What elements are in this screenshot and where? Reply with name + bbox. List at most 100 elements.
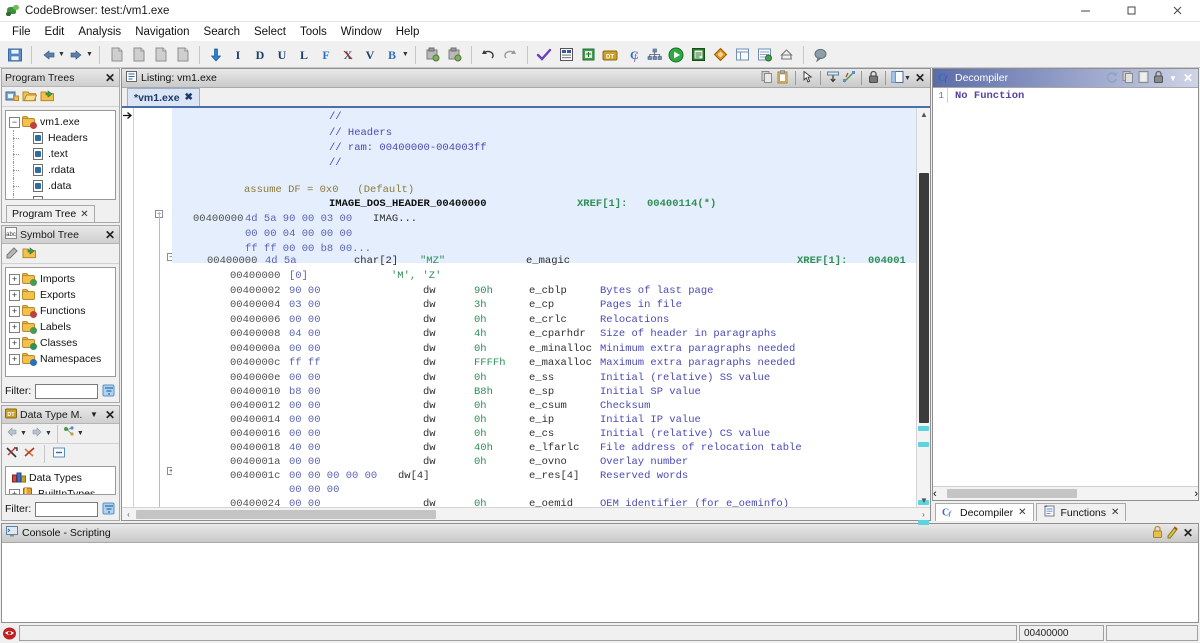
paste-symbol-icon[interactable] [22, 246, 37, 262]
tab-decompiler[interactable]: Cf Decompiler ✕ [935, 503, 1034, 521]
listing-field[interactable]: Pages in file [600, 298, 682, 313]
edit-script-icon[interactable] [1166, 525, 1179, 542]
listing-row[interactable]: // Headers [172, 126, 916, 141]
xref-marker-icon[interactable]: X [338, 44, 359, 65]
tab-close-icon[interactable]: ✖ [185, 92, 193, 103]
symbol-node-exports[interactable]: +Exports [6, 287, 115, 303]
navigate-scatter-icon[interactable] [842, 70, 856, 87]
listing-field[interactable]: XREF[1]: [797, 254, 847, 269]
listing-field[interactable]: assume DF = 0x0 (Default) [244, 183, 414, 198]
listing-field[interactable]: e_ip [529, 413, 554, 428]
listing-field[interactable]: Relocations [600, 313, 669, 328]
lock-decompiler-icon[interactable] [1152, 70, 1165, 87]
refresh-decompiler-icon[interactable] [1105, 70, 1119, 87]
decompiler-horizontal-scrollbar[interactable]: ‹ › [933, 486, 1198, 500]
listing-scroll-marker[interactable] [918, 520, 929, 525]
listing-row[interactable]: 0040000403 00dw3he_cpPages in file [172, 298, 916, 313]
bytes-marker-icon[interactable]: B [382, 44, 403, 65]
listing-field[interactable]: 0h [474, 313, 487, 328]
lock-listing-icon[interactable] [867, 70, 880, 87]
symbol-tree-close-button[interactable]: ✕ [103, 229, 117, 241]
listing-field[interactable]: dw [423, 497, 436, 507]
listing-field[interactable]: char[2] [354, 254, 398, 269]
listing-field[interactable]: 00 00 [289, 313, 321, 328]
listing-field[interactable]: // [329, 110, 342, 125]
decompiler-scroll-right-icon[interactable]: › [1194, 488, 1198, 500]
listing-field[interactable]: dw [423, 284, 436, 299]
listing-field[interactable]: e_csum [529, 399, 567, 414]
listing-field[interactable]: 00400008 [230, 327, 280, 342]
console-output[interactable] [2, 543, 1198, 622]
listing-field[interactable]: // Headers [329, 126, 392, 141]
symbol-expander[interactable]: + [9, 322, 20, 333]
archive-icon[interactable] [776, 44, 797, 65]
listing-field[interactable]: 004001 [868, 254, 906, 269]
listing-field[interactable]: e_cblp [529, 284, 567, 299]
next-function-icon[interactable] [128, 44, 149, 65]
listing-dropdown-icon[interactable]: ▼ [904, 75, 911, 82]
menu-window[interactable]: Window [334, 24, 389, 40]
tab-close-icon[interactable]: ✕ [1111, 507, 1119, 518]
diff-view-icon[interactable] [754, 44, 775, 65]
listing-field[interactable]: 90h [474, 284, 493, 299]
listing-field[interactable]: e_cparhdr [529, 327, 586, 342]
listing-field[interactable]: 4h [474, 327, 487, 342]
symbol-tree[interactable]: +Imports +Exports +Functions +Labels +Cl… [5, 267, 116, 377]
listing-field[interactable]: dw [423, 413, 436, 428]
listing-row[interactable]: 0040001400 00dw0he_ipInitial IP value [172, 413, 916, 428]
listing-field[interactable]: FFFFh [474, 356, 506, 371]
snapshot-alt-icon[interactable] [444, 44, 465, 65]
listing-field[interactable]: dw [423, 455, 436, 470]
tree-node-rsrc[interactable]: .rsrc [6, 194, 115, 200]
listing-field[interactable]: e_lfarlc [529, 441, 579, 456]
data-marker-icon[interactable]: D [250, 44, 271, 65]
listing-field[interactable]: 3h [474, 298, 487, 313]
listing-field[interactable]: 00400024 [230, 497, 280, 507]
listing-field[interactable]: dw[4] [398, 469, 430, 484]
listing-field[interactable]: 0h [474, 413, 487, 428]
data-type-node-builtintypes[interactable]: + BuiltInTypes [6, 486, 115, 495]
listing-field[interactable]: 00400014 [230, 413, 280, 428]
scroll-down-arrow-icon[interactable]: ▼ [917, 494, 931, 507]
decompiler-menu-caret-icon[interactable]: ▼ [1167, 74, 1179, 83]
listing-row[interactable]: 0040001600 00dw0he_csInitial (relative) … [172, 427, 916, 442]
tree-node-vm1exe[interactable]: − vm1.exe [6, 114, 115, 130]
scroll-left-arrow-icon[interactable]: ‹ [122, 508, 135, 521]
minimize-button[interactable] [1062, 0, 1108, 22]
listing-row[interactable]: 0040002400 00dw0he_oemidOEM identifier (… [172, 497, 916, 507]
listing-field[interactable]: 00400006 [230, 313, 280, 328]
listing-field[interactable]: e_minalloc [529, 342, 592, 357]
forward-arrow-icon[interactable] [66, 44, 87, 65]
export-decompiler-icon[interactable] [1137, 70, 1150, 87]
symbol-node-namespaces[interactable]: +Namespaces [6, 351, 115, 367]
listing-marker-gutter[interactable] [122, 108, 134, 507]
listing-field[interactable]: e_crlc [529, 313, 567, 328]
listing-field[interactable]: 0040001c [230, 469, 280, 484]
listing-field[interactable]: dw [423, 385, 436, 400]
listing-field[interactable]: 00400002 [230, 284, 280, 299]
program-tree[interactable]: − vm1.exe Headers .text .rdata .data .rs… [5, 110, 116, 200]
listing-row[interactable]: 00400010b8 00dwB8he_spInitial SP value [172, 385, 916, 400]
create-folder-icon[interactable] [5, 89, 19, 105]
listing-field[interactable]: dw [423, 371, 436, 386]
close-button[interactable] [1154, 0, 1200, 22]
menu-file[interactable]: File [5, 24, 38, 40]
listing-field[interactable]: dw [423, 356, 436, 371]
listing-field[interactable]: 0h [474, 371, 487, 386]
listing-row[interactable]: 0040000600 00dw0he_crlcRelocations [172, 313, 916, 328]
dtm-forward-dropdown-icon[interactable]: ▼ [45, 430, 52, 437]
listing-field[interactable]: Maximum extra paragraphs needed [600, 356, 795, 371]
listing-row[interactable]: IMAGE_DOS_HEADER_00400000XREF[1]:0040011… [172, 197, 916, 212]
listing-field[interactable]: Overlay number [600, 455, 688, 470]
snapshot-icon[interactable] [422, 44, 443, 65]
next-data-icon[interactable] [172, 44, 193, 65]
listing-row[interactable]: // [172, 110, 916, 125]
tab-close-icon[interactable]: ✕ [1018, 507, 1026, 518]
open-folder-icon[interactable] [22, 89, 37, 105]
tree-expander-root[interactable]: − [9, 117, 20, 128]
listing-field[interactable]: 00 00 [289, 399, 321, 414]
listing-scroll-marker[interactable] [918, 442, 929, 447]
listing-field[interactable]: // ram: 00400000-004003ff [329, 141, 487, 156]
listing-row[interactable]: // [172, 156, 916, 171]
symbol-node-classes[interactable]: +Classes [6, 335, 115, 351]
